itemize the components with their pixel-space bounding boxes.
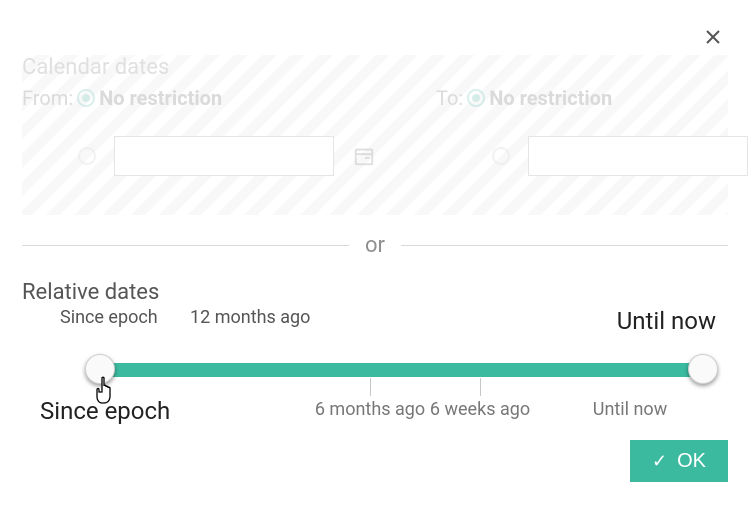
slider-tick bbox=[370, 378, 371, 396]
relative-date-slider[interactable]: Since epoch 12 months ago Until now 6 mo… bbox=[40, 307, 710, 427]
calendar-icon bbox=[353, 145, 375, 167]
calendar-from-column: From: No restriction bbox=[22, 86, 376, 176]
slider-value-from-label: Since epoch bbox=[40, 397, 170, 425]
to-date-input[interactable] bbox=[528, 136, 748, 176]
to-no-restriction-radio[interactable] bbox=[467, 89, 485, 107]
or-label: or bbox=[365, 233, 385, 258]
from-date-input[interactable] bbox=[114, 136, 334, 176]
calendar-to-column: To: No restriction bbox=[436, 86, 750, 176]
relative-dates-heading: Relative dates bbox=[22, 280, 728, 305]
slider-tick bbox=[480, 378, 481, 396]
divider-line-left bbox=[22, 245, 349, 246]
slider-tick-label-until-now: Until now bbox=[593, 399, 667, 420]
date-range-dialog: Calendar dates From: No restriction bbox=[0, 0, 750, 508]
ok-button[interactable]: ✓ OK bbox=[630, 440, 728, 482]
close-button[interactable] bbox=[702, 26, 724, 48]
slider-handle-from[interactable] bbox=[85, 354, 115, 384]
to-specific-date-radio[interactable] bbox=[492, 147, 510, 165]
slider-top-label-12-months: 12 months ago bbox=[190, 307, 310, 328]
check-icon: ✓ bbox=[652, 451, 667, 472]
calendar-dates-section: Calendar dates From: No restriction bbox=[22, 55, 728, 215]
from-specific-date-radio[interactable] bbox=[78, 147, 96, 165]
from-no-restriction-label: No restriction bbox=[99, 86, 222, 110]
to-no-restriction-label: No restriction bbox=[489, 86, 612, 110]
divider-line-right bbox=[401, 245, 728, 246]
calendar-to-label: To: bbox=[436, 86, 463, 110]
from-date-picker-button[interactable] bbox=[352, 144, 376, 168]
close-icon bbox=[705, 29, 721, 45]
calendar-dates-heading: Calendar dates bbox=[22, 55, 728, 80]
ok-button-label: OK bbox=[677, 450, 706, 473]
slider-tick-label-6-weeks: 6 weeks ago bbox=[430, 399, 530, 420]
slider-tick-label-6-months: 6 months ago bbox=[315, 399, 425, 420]
slider-top-label-epoch: Since epoch bbox=[60, 307, 158, 328]
slider-track bbox=[100, 363, 710, 377]
slider-top-label-until-now: Until now bbox=[617, 307, 716, 335]
from-no-restriction-radio[interactable] bbox=[77, 89, 95, 107]
slider-handle-to[interactable] bbox=[688, 354, 718, 384]
relative-dates-section: Relative dates Since epoch 12 months ago… bbox=[22, 280, 728, 427]
or-divider: or bbox=[22, 230, 728, 260]
calendar-from-label: From: bbox=[22, 86, 73, 110]
